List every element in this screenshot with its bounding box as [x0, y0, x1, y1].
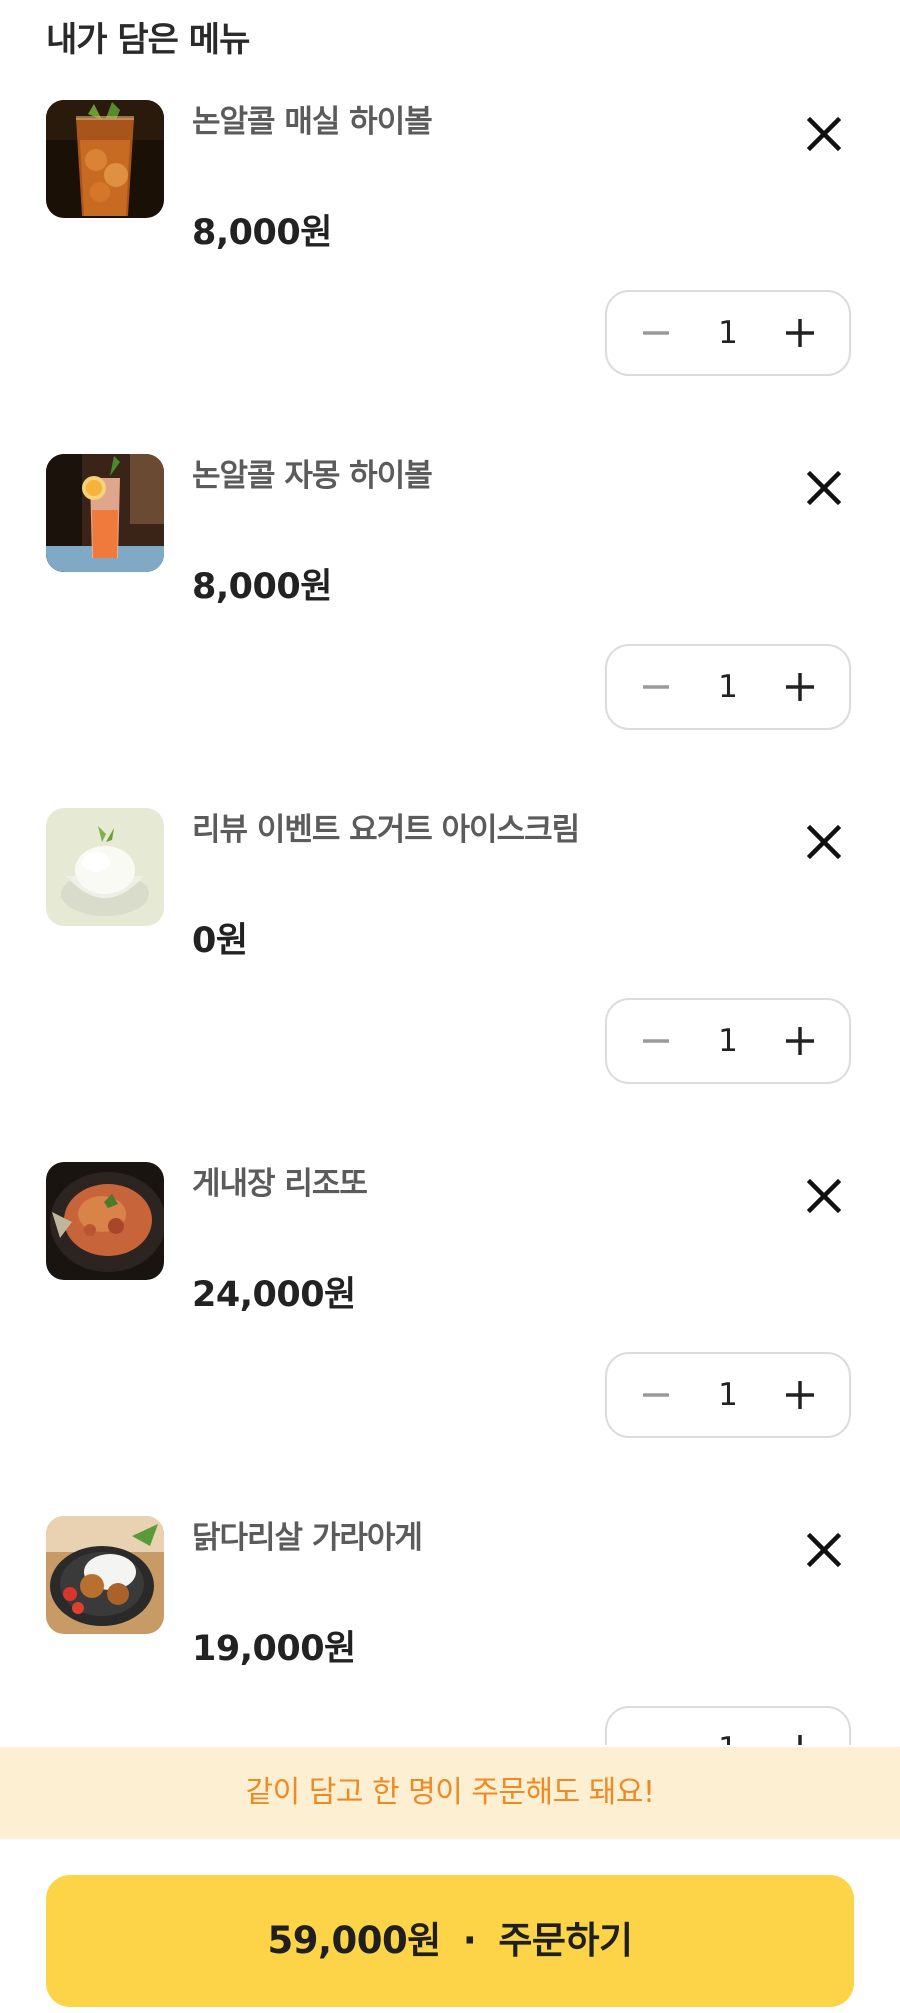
item-name: 닭다리살 가라아게 [192, 1520, 423, 1556]
item-price: 8,000원 [192, 567, 332, 607]
quantity-stepper: 1 [605, 644, 851, 730]
minus-icon [643, 331, 669, 335]
quantity-stepper: 1 [605, 1352, 851, 1438]
increase-quantity-button[interactable] [775, 308, 825, 358]
notice-text: 같이 담고 한 명이 주문해도 돼요! [245, 1775, 655, 1810]
close-icon [806, 1178, 842, 1214]
quantity-stepper: 1 [605, 998, 851, 1084]
remove-item-button[interactable] [798, 1524, 850, 1576]
item-price: 19,000원 [192, 1629, 356, 1669]
quantity-stepper: 1 [605, 1706, 851, 1745]
item-name: 리뷰 이벤트 요거트 아이스크림 [192, 812, 580, 848]
quantity-stepper: 1 [605, 290, 851, 376]
close-icon [806, 824, 842, 860]
decrease-quantity-button[interactable] [631, 1370, 681, 1420]
increase-quantity-button[interactable] [775, 1724, 825, 1745]
decrease-quantity-button[interactable] [631, 1016, 681, 1066]
plus-icon [786, 319, 814, 347]
quantity-value: 1 [718, 669, 738, 705]
group-order-notice: 같이 담고 한 명이 주문해도 돼요! [0, 1747, 900, 1839]
cart-item: 닭다리살 가라아게 19,000원 1 [0, 1516, 900, 1745]
order-total: 59,000원 [267, 1919, 441, 1962]
close-icon [806, 116, 842, 152]
item-price: 0원 [192, 921, 248, 961]
cart-item: 게내장 리조또 24,000원 1 [0, 1162, 900, 1516]
minus-icon [643, 685, 669, 689]
quantity-value: 1 [718, 315, 738, 351]
cart-item: 논알콜 매실 하이볼 8,000원 1 [0, 100, 900, 454]
yogurt-icecream-photo[interactable] [46, 808, 164, 926]
quantity-value: 1 [697, 1726, 759, 1745]
decrease-quantity-button[interactable] [631, 308, 681, 358]
order-separator: · [462, 1919, 477, 1962]
remove-item-button[interactable] [798, 816, 850, 868]
increase-quantity-button[interactable] [775, 1016, 825, 1066]
plus-icon [786, 673, 814, 701]
item-price: 24,000원 [192, 1275, 356, 1315]
order-label: 주문하기 [498, 1919, 633, 1962]
minus-icon [643, 1039, 669, 1043]
plus-icon [786, 1381, 814, 1409]
minus-icon [643, 1393, 669, 1397]
crab-risotto-photo[interactable] [46, 1162, 164, 1280]
grapefruit-highball-photo[interactable] [46, 454, 164, 572]
remove-item-button[interactable] [798, 1170, 850, 1222]
cart-item: 리뷰 이벤트 요거트 아이스크림 0원 1 [0, 808, 900, 1162]
item-name: 게내장 리조또 [192, 1166, 368, 1202]
increase-quantity-button[interactable] [775, 1370, 825, 1420]
item-name: 논알콜 매실 하이볼 [192, 104, 433, 140]
quantity-value: 1 [718, 1377, 738, 1413]
item-name: 논알콜 자몽 하이볼 [192, 458, 433, 494]
plus-icon [798, 1735, 802, 1745]
remove-item-button[interactable] [798, 108, 850, 160]
close-icon [806, 1532, 842, 1568]
decrease-quantity-button[interactable] [631, 662, 681, 712]
close-icon [806, 470, 842, 506]
cart-item: 논알콜 자몽 하이볼 8,000원 1 [0, 454, 900, 808]
increase-quantity-button[interactable] [775, 662, 825, 712]
item-price: 8,000원 [192, 213, 332, 253]
plus-icon [786, 1027, 814, 1055]
minus-icon [631, 1724, 681, 1745]
quantity-value: 1 [718, 1023, 738, 1059]
decrease-quantity-button[interactable] [631, 1724, 681, 1745]
chicken-karaage-photo[interactable] [46, 1516, 164, 1634]
remove-item-button[interactable] [798, 462, 850, 514]
cart-list: 논알콜 매실 하이볼 8,000원 1 논알콜 자몽 하이볼 8,000원 1 … [0, 0, 900, 1745]
order-button[interactable]: 59,000원 · 주문하기 [46, 1875, 854, 2007]
plum-highball-photo[interactable] [46, 100, 164, 218]
